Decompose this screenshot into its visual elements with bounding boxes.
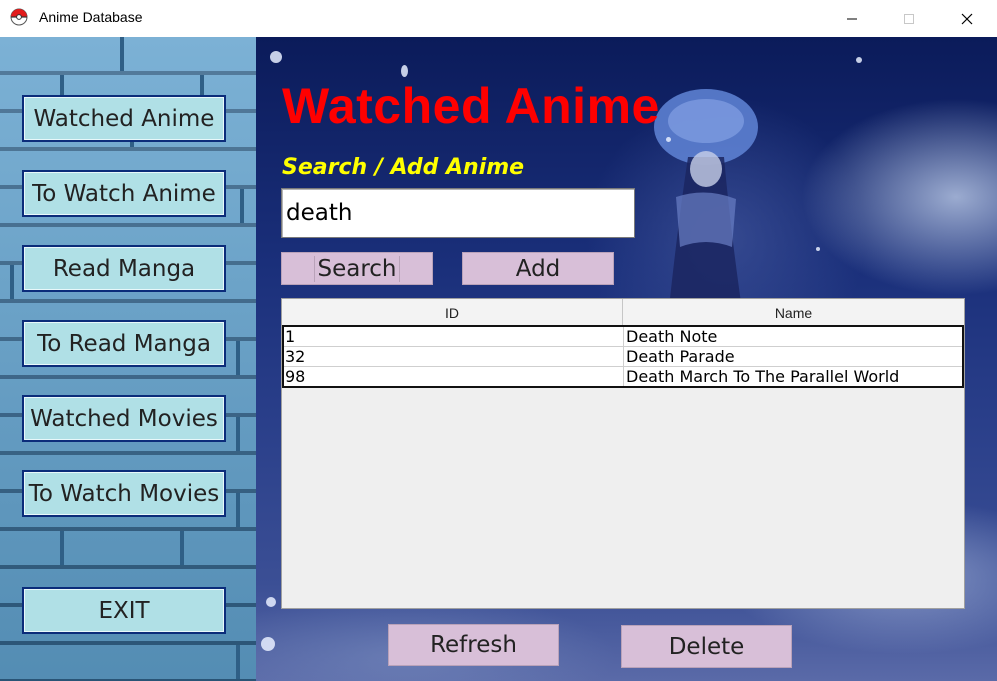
table-body: 1 Death Note 32 Death Parade 98 Death Ma… (282, 325, 964, 388)
column-header-name[interactable]: Name (623, 299, 964, 325)
snow-flake (401, 65, 408, 77)
title-bar: Anime Database (0, 0, 997, 37)
cell-id: 98 (285, 367, 624, 386)
brick-joint (236, 493, 240, 527)
brick-joint (180, 531, 184, 565)
read-manga-button[interactable]: Read Manga (22, 245, 226, 292)
table-header: ID Name (282, 299, 964, 326)
table-row[interactable]: 32 Death Parade (284, 347, 962, 367)
main-panel: Watched Anime Search / Add Anime Search … (256, 37, 997, 681)
brick-joint (236, 645, 240, 679)
cell-id: 32 (285, 347, 624, 366)
table-row[interactable]: 1 Death Note (284, 327, 962, 347)
exit-button[interactable]: EXIT (22, 587, 226, 634)
pokeball-icon (10, 8, 28, 26)
add-button[interactable]: Add (462, 252, 614, 285)
snow-flake (270, 51, 282, 63)
search-button[interactable]: Search (281, 252, 433, 285)
minimize-button[interactable] (829, 0, 875, 37)
snow-flake (816, 247, 820, 251)
snow-flake (261, 637, 275, 651)
watched-anime-button[interactable]: Watched Anime (22, 95, 226, 142)
column-header-id[interactable]: ID (282, 299, 623, 325)
search-input[interactable] (281, 188, 635, 238)
brick-joint (236, 341, 240, 375)
snow-flake (266, 597, 276, 607)
brick-joint (120, 37, 124, 71)
cell-name: Death Parade (626, 347, 735, 366)
maximize-button[interactable] (886, 0, 932, 37)
brick-joint (60, 531, 64, 565)
brick-joint (10, 265, 14, 299)
watched-movies-button[interactable]: Watched Movies (22, 395, 226, 442)
sidebar: Watched Anime To Watch Anime Read Manga … (0, 37, 256, 681)
close-icon (961, 13, 973, 24)
refresh-button[interactable]: Refresh (388, 624, 559, 666)
table-row[interactable]: 98 Death March To The Parallel World (284, 367, 962, 386)
search-label: Search / Add Anime (282, 155, 525, 180)
page-title: Watched Anime (282, 78, 660, 134)
brick-joint (236, 417, 240, 451)
delete-button[interactable]: Delete (621, 625, 792, 668)
minimize-icon (847, 18, 857, 19)
to-watch-movies-button[interactable]: To Watch Movies (22, 470, 226, 517)
anime-table[interactable]: ID Name 1 Death Note 32 Death Parade 98 … (281, 298, 965, 609)
maximize-icon (904, 13, 914, 24)
brick-joint (240, 189, 244, 223)
to-watch-anime-button[interactable]: To Watch Anime (22, 170, 226, 217)
cell-name: Death March To The Parallel World (626, 367, 900, 386)
cell-name: Death Note (626, 327, 718, 346)
snow-flake (666, 137, 671, 142)
window-title: Anime Database (39, 9, 143, 25)
search-button-label: Search (314, 255, 400, 282)
cell-id: 1 (285, 327, 624, 346)
close-button[interactable] (944, 0, 990, 37)
to-read-manga-button[interactable]: To Read Manga (22, 320, 226, 367)
snow-flake (856, 57, 862, 63)
